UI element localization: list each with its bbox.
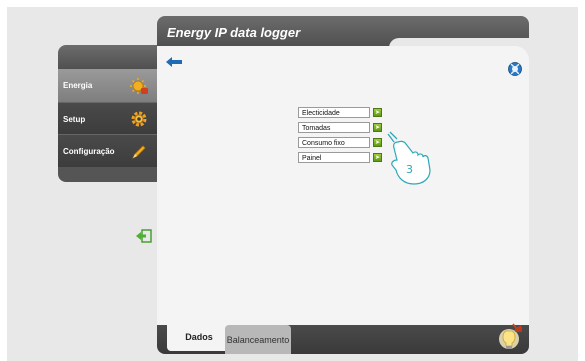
- lightbulb-icon[interactable]: [497, 321, 525, 356]
- sidebar-item-configuracao[interactable]: Configuração: [58, 134, 158, 168]
- back-arrow-icon[interactable]: [166, 54, 182, 72]
- sidebar-item-label: Configuração: [63, 147, 115, 156]
- pencil-icon: [129, 142, 149, 162]
- menu-item-label[interactable]: Tomadas: [298, 122, 370, 133]
- tab-label: Dados: [185, 331, 213, 342]
- go-arrow-icon[interactable]: ➤: [373, 138, 382, 147]
- sidebar-footer: [58, 167, 158, 182]
- tab-dados[interactable]: Dados: [167, 322, 231, 351]
- step-number: 3: [406, 163, 413, 176]
- main-panel: Energy IP data logger Dados Balanceament…: [157, 16, 529, 354]
- help-icon[interactable]: [508, 62, 522, 81]
- menu-item-label[interactable]: Consumo fixo: [298, 137, 370, 148]
- energy-icon: [129, 76, 149, 96]
- list-item[interactable]: Electicidade ➤: [298, 106, 382, 119]
- list-item[interactable]: Tomadas ➤: [298, 121, 382, 134]
- tab-label: Balanceamento: [226, 334, 290, 345]
- tab-balanceamento[interactable]: Balanceamento: [225, 325, 291, 354]
- menu-list: Electicidade ➤ Tomadas ➤ Consumo fixo ➤ …: [298, 106, 382, 166]
- gear-icon: [129, 109, 149, 129]
- go-arrow-icon[interactable]: ➤: [373, 123, 382, 132]
- panel-body: [157, 46, 529, 341]
- hand-pointer-icon: 3: [384, 130, 440, 197]
- sidebar-item-label: Energia: [63, 81, 93, 90]
- go-arrow-icon[interactable]: ➤: [373, 153, 382, 162]
- list-item[interactable]: Consumo fixo ➤: [298, 136, 382, 149]
- sidebar-header: [58, 45, 158, 69]
- exit-icon[interactable]: [136, 229, 152, 248]
- sidebar-item-label: Setup: [63, 114, 86, 124]
- list-item[interactable]: Painel ➤: [298, 151, 382, 164]
- go-arrow-icon[interactable]: ➤: [373, 108, 382, 117]
- sidebar: Energia Setup Configuração: [58, 45, 158, 182]
- panel-footer: Dados Balanceamento: [157, 322, 529, 354]
- menu-item-label[interactable]: Electicidade: [298, 107, 370, 118]
- sidebar-item-setup[interactable]: Setup: [58, 102, 158, 135]
- sidebar-item-energia[interactable]: Energia: [58, 69, 158, 102]
- menu-item-label[interactable]: Painel: [298, 152, 370, 163]
- page-title: Energy IP data logger: [167, 25, 301, 40]
